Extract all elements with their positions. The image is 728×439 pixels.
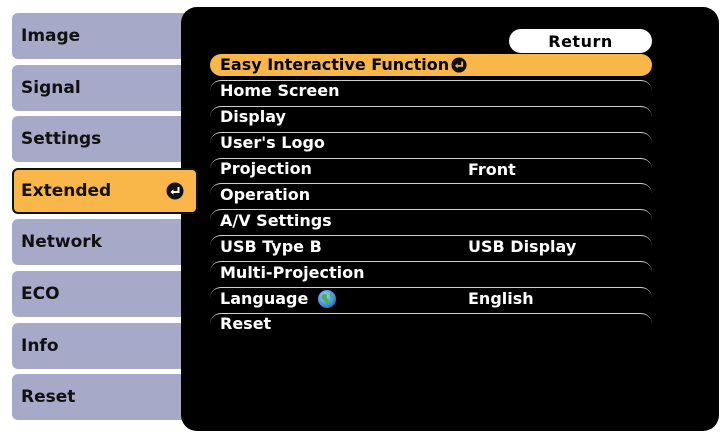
menu-item-label: A/V Settings [220, 210, 332, 230]
tab-image[interactable]: Image [12, 13, 198, 59]
tab-info[interactable]: Info [12, 322, 198, 369]
tab-label: Signal [21, 77, 81, 98]
tab-label: Settings [21, 129, 102, 150]
menu-item-projection[interactable]: Projection Front [210, 157, 652, 180]
tab-extended[interactable]: Extended [12, 167, 198, 214]
menu-item-label: Projection [220, 159, 312, 179]
menu-item-value: Front [468, 159, 516, 179]
menu-item-users-logo[interactable]: User's Logo [210, 131, 652, 154]
menu-item-label: Multi-Projection [220, 262, 365, 282]
settings-list: Easy Interactive Function Home Screen Di… [210, 54, 652, 339]
menu-item-usb-type-b[interactable]: USB Type B USB Display [210, 235, 652, 257]
menu-item-reset[interactable]: Reset [210, 312, 652, 335]
menu-item-value: USB Display [468, 237, 577, 257]
menu-item-label: USB Type B [220, 236, 322, 256]
enter-icon [451, 57, 467, 73]
menu-item-label: User's Logo [220, 133, 325, 153]
menu-item-easy-interactive-function[interactable]: Easy Interactive Function [210, 54, 652, 76]
tab-settings[interactable]: Settings [12, 116, 198, 163]
tab-reset[interactable]: Reset [12, 374, 198, 421]
menu-item-language[interactable]: Language English [210, 287, 652, 309]
return-button[interactable]: Return [509, 29, 652, 53]
enter-icon [166, 182, 184, 200]
tab-label: Reset [21, 387, 76, 408]
menu-item-label: Language [220, 288, 309, 308]
tab-label: Image [21, 26, 81, 46]
menu-item-label: Home Screen [220, 81, 340, 101]
menu-item-value: English [468, 289, 534, 309]
globe-icon [318, 289, 337, 308]
menu-item-display[interactable]: Display [210, 105, 652, 128]
menu-item-home-screen[interactable]: Home Screen [210, 79, 652, 102]
menu-item-label: Reset [220, 314, 272, 334]
menu-item-operation[interactable]: Operation [210, 183, 652, 205]
tab-label: ECO [21, 283, 60, 304]
menu-item-av-settings[interactable]: A/V Settings [210, 209, 652, 231]
tab-label: Info [21, 335, 59, 356]
projector-osd-menu: Image Signal Settings Extended Network E… [0, 0, 728, 439]
tab-label: Network [21, 232, 102, 253]
menu-item-label: Operation [220, 184, 311, 204]
tab-label: Extended [21, 180, 112, 201]
category-tabs: Image Signal Settings Extended Network E… [12, 13, 198, 426]
tab-eco[interactable]: ECO [12, 270, 198, 317]
tab-network[interactable]: Network [12, 219, 198, 266]
extended-settings-panel: Return Easy Interactive Function Home Sc… [181, 7, 719, 431]
menu-item-label: Easy Interactive Function [220, 55, 450, 74]
menu-item-label: Display [220, 107, 286, 127]
menu-item-multi-projection[interactable]: Multi-Projection [210, 261, 652, 283]
tab-signal[interactable]: Signal [12, 64, 198, 111]
